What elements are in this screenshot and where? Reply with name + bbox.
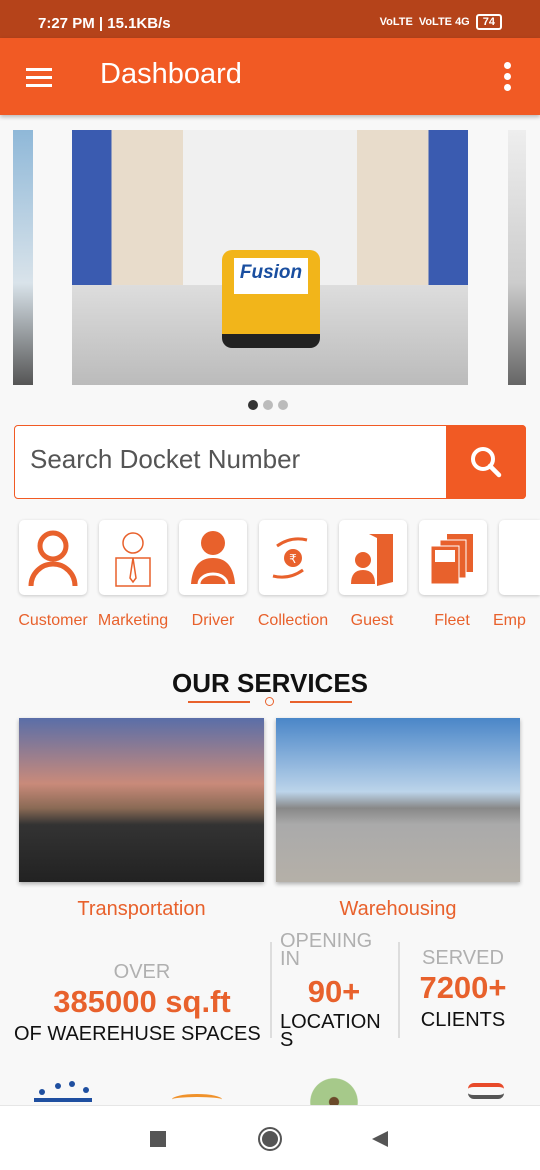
category-label[interactable]: Collection — [250, 612, 336, 630]
search-icon — [471, 447, 502, 478]
svg-text:₹: ₹ — [289, 552, 297, 566]
category-customer[interactable] — [19, 520, 87, 595]
signal-icon: VoLTE — [379, 16, 413, 28]
category-collection[interactable]: ₹ — [259, 520, 327, 595]
search-button[interactable] — [446, 425, 526, 499]
divider — [270, 942, 272, 1038]
home-icon[interactable] — [258, 1127, 282, 1151]
stat-bottom: CLIENTS — [420, 1009, 506, 1031]
driver-icon — [191, 530, 235, 584]
category-marketing[interactable] — [99, 520, 167, 595]
category-label[interactable]: Fleet — [409, 612, 495, 630]
carousel-slide-next[interactable] — [508, 130, 526, 385]
page-title: Dashboard — [100, 58, 242, 90]
stat-bottom: OF WAEREHUSE SPACES — [14, 1023, 261, 1045]
carousel-dot[interactable] — [278, 400, 288, 410]
status-bar: 7:27 PM | 15.1KB/s VoLTE VoLTE 4G 74 — [0, 0, 540, 38]
category-label[interactable]: Driver — [170, 612, 256, 630]
signal-icon: VoLTE 4G — [418, 16, 470, 28]
service-label[interactable]: Transportation — [19, 898, 264, 921]
divider — [290, 701, 352, 703]
partner-logo — [306, 1075, 362, 1105]
category-guest[interactable] — [339, 520, 407, 595]
more-vert-icon[interactable] — [504, 62, 512, 95]
stat-value: 90+ — [307, 974, 361, 1009]
status-time: 7:27 PM | 15.1KB/s — [38, 15, 171, 32]
search-input[interactable] — [30, 444, 440, 475]
stat-value: 7200+ — [419, 970, 507, 1005]
stat-top: OVER — [113, 961, 171, 983]
service-label[interactable]: Warehousing — [276, 898, 520, 921]
divider-ring — [265, 697, 274, 706]
category-label[interactable]: Customer — [10, 612, 96, 630]
stat-top: SERVED — [422, 947, 504, 969]
system-nav-bar — [0, 1105, 540, 1170]
app-bar: Dashboard — [0, 38, 540, 115]
divider — [188, 701, 250, 703]
partner-logo — [468, 1083, 504, 1099]
category-fleet[interactable] — [419, 520, 487, 595]
service-card-transportation[interactable] — [19, 718, 264, 882]
stat-top: OPENING IN — [280, 930, 373, 970]
battery-icon: 74 — [475, 14, 502, 30]
partner-logo — [30, 1078, 96, 1105]
service-card-warehousing[interactable] — [276, 718, 520, 882]
search-box — [14, 425, 526, 499]
category-emp[interactable] — [499, 520, 540, 595]
hamburger-icon[interactable] — [26, 68, 52, 92]
carousel-slide-prev[interactable] — [13, 130, 33, 385]
recents-icon[interactable] — [150, 1131, 166, 1147]
partner-logo — [172, 1094, 222, 1105]
fusion-logo: Fusion — [234, 258, 308, 294]
guest-door-icon — [351, 533, 393, 586]
stat-value: 385000 sq.ft — [53, 984, 231, 1019]
carousel-dot[interactable] — [263, 400, 273, 410]
person-outline-icon — [28, 530, 78, 586]
category-label[interactable]: Marketing — [90, 612, 176, 630]
businessman-icon — [115, 531, 151, 587]
rupee-hands-icon: ₹ — [272, 536, 308, 579]
category-label[interactable]: Emp — [493, 612, 540, 630]
stat-bottom: LOCATIONS — [280, 1011, 381, 1051]
category-driver[interactable] — [179, 520, 247, 595]
status-icons: VoLTE VoLTE 4G 74 — [380, 14, 502, 30]
carousel-indicator — [248, 400, 288, 410]
section-title: OUR SERVICES — [171, 668, 368, 698]
carousel-slide[interactable]: Fusion — [72, 130, 468, 385]
trucks-icon — [430, 533, 473, 584]
back-icon[interactable] — [372, 1131, 388, 1147]
category-label[interactable]: Guest — [329, 612, 415, 630]
carousel-dot[interactable] — [248, 400, 258, 410]
divider — [398, 942, 400, 1038]
